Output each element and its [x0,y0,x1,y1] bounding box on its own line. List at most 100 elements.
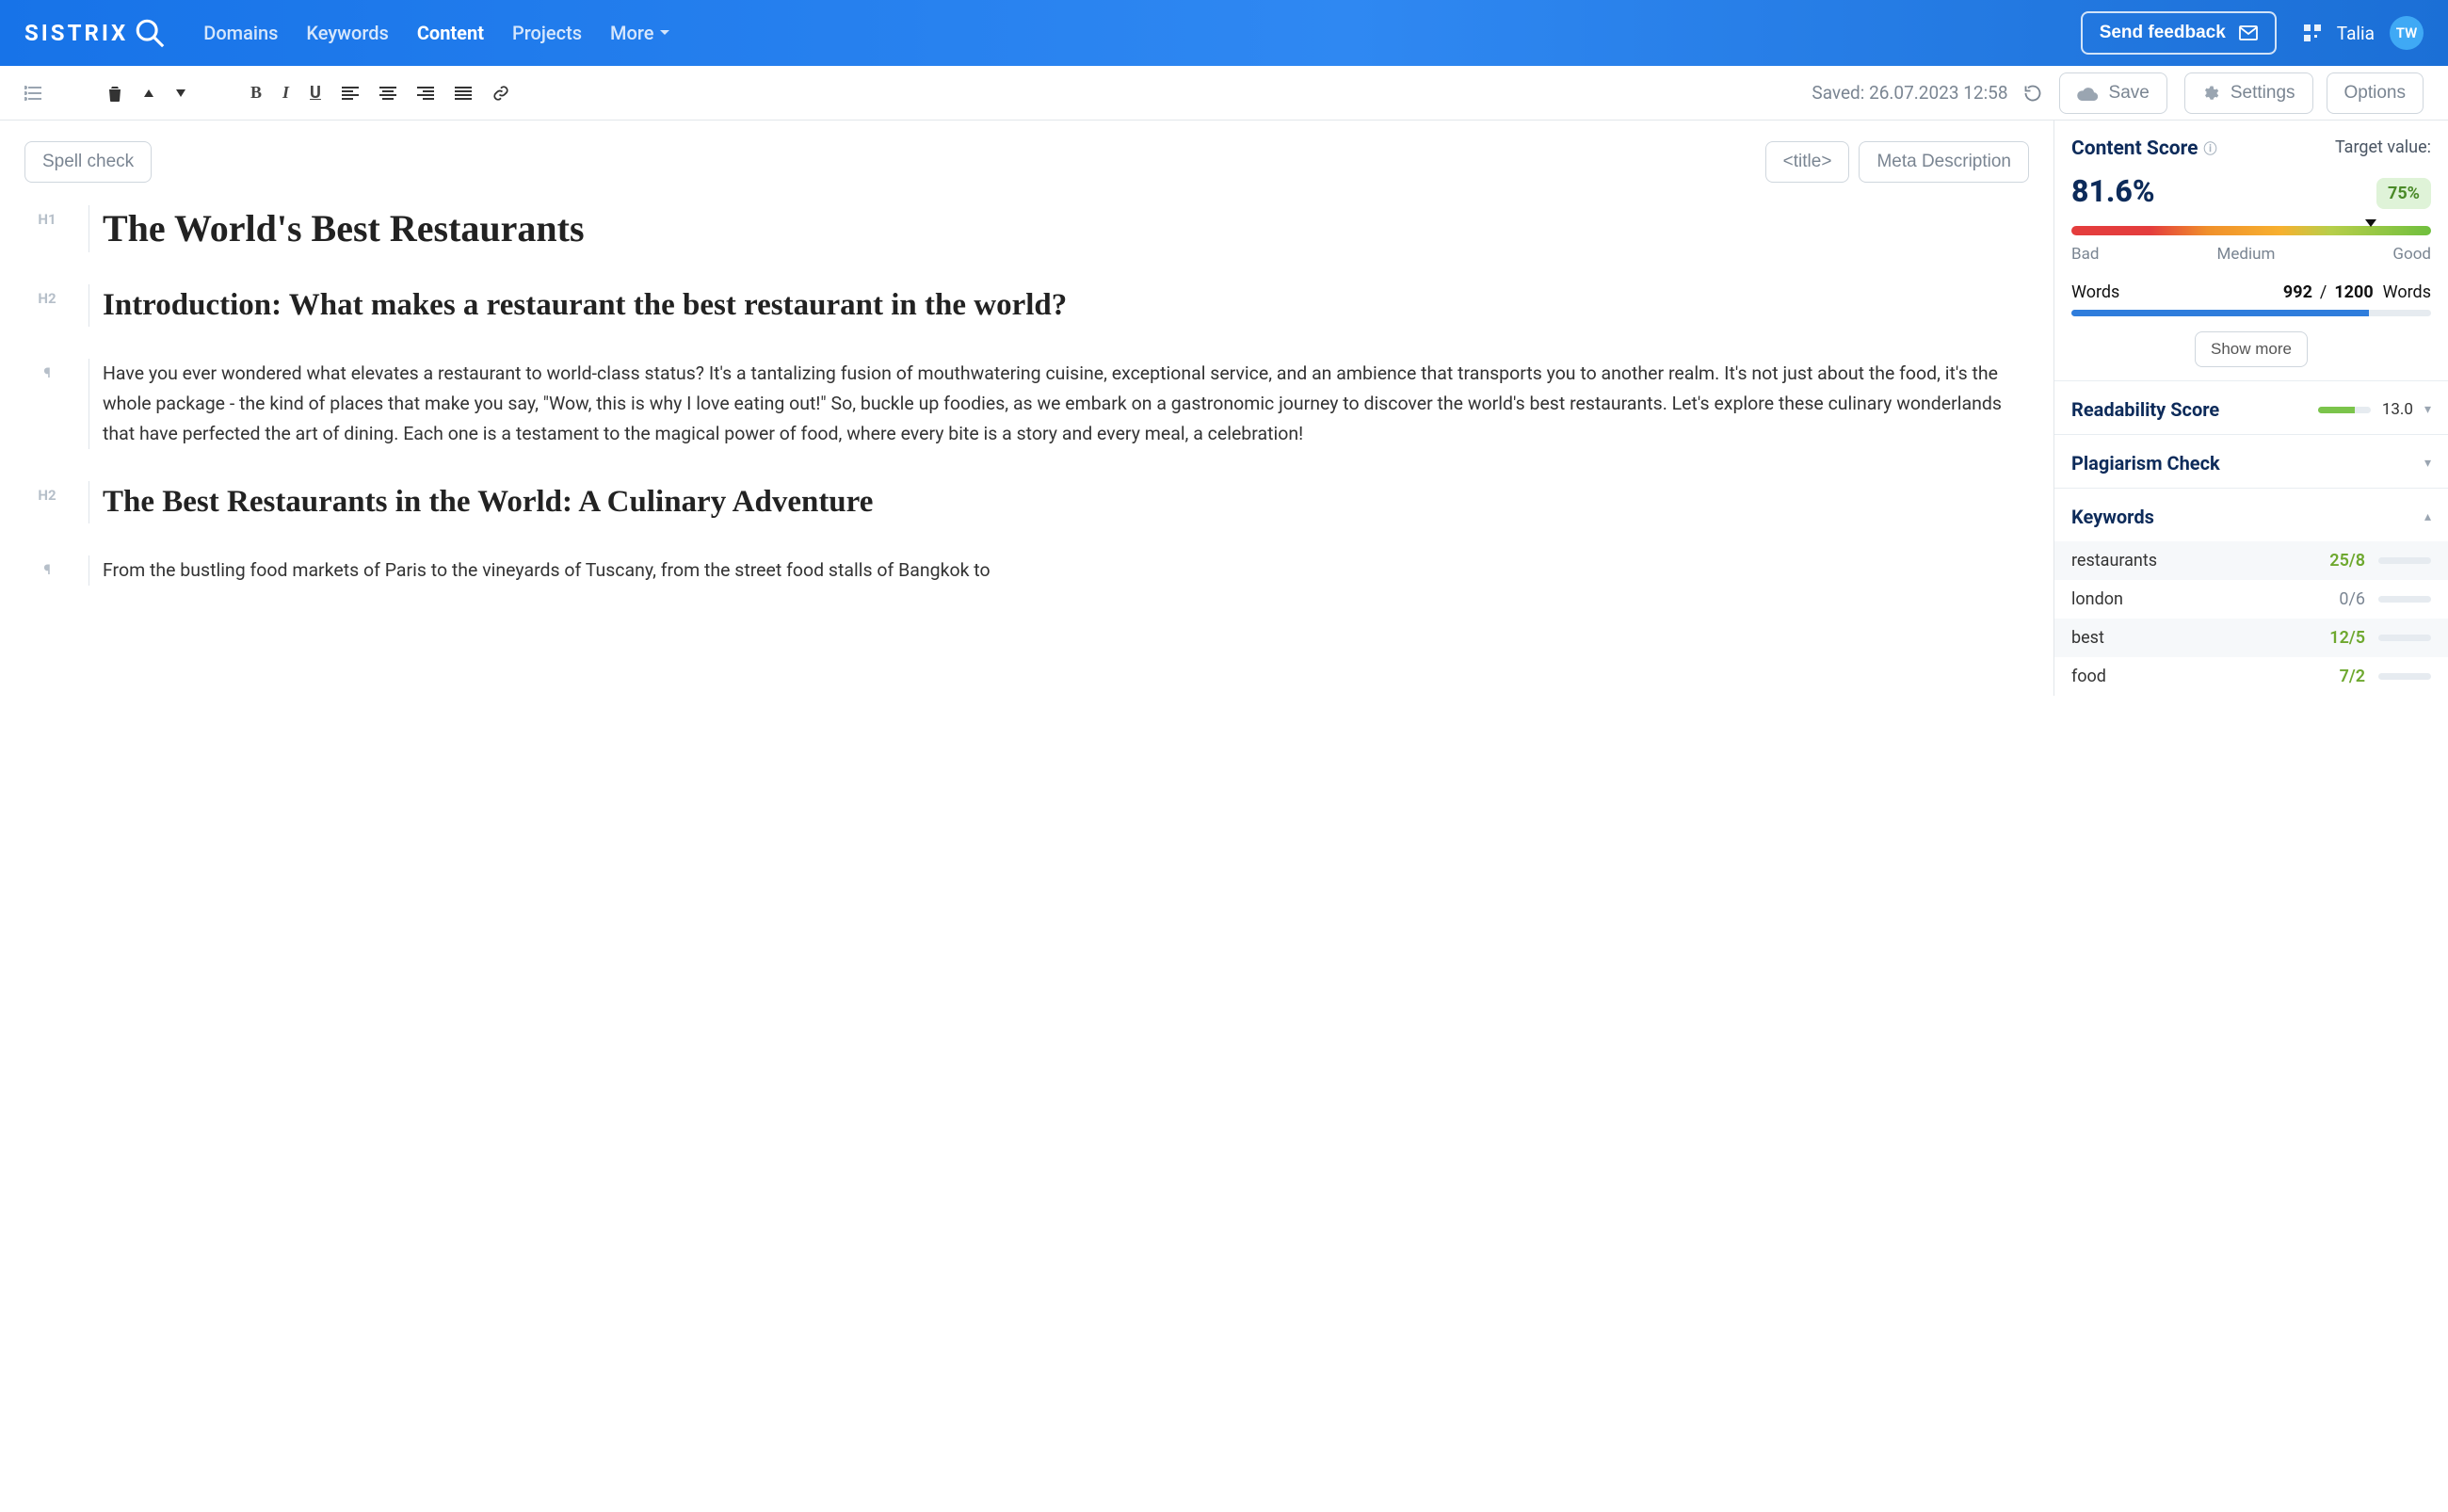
title-tag-button[interactable]: <title> [1765,141,1850,183]
bar-label-bad: Bad [2071,245,2099,264]
keyword-row[interactable]: restaurants25/8 [2054,541,2448,580]
keyword-name: best [2071,628,2329,648]
block-p1[interactable]: ¶ Have you ever wondered what elevates a… [24,359,2029,450]
main-nav: Domains Keywords Content Projects More [203,22,670,44]
keyword-bar [2378,596,2431,603]
gutter-paragraph-icon: ¶ [24,555,70,586]
keyword-row[interactable]: best12/5 [2054,619,2448,657]
feedback-label: Send feedback [2100,23,2226,43]
top-nav-bar: SISTRIX Domains Keywords Content Project… [0,0,2448,66]
help-icon[interactable]: ⓘ [2203,139,2216,158]
bold-icon[interactable]: B [250,83,262,103]
readability-value: 13.0 [2382,400,2413,419]
send-feedback-button[interactable]: Send feedback [2081,11,2277,55]
align-justify-icon[interactable] [455,87,472,100]
words-target: 1200 [2334,282,2373,302]
move-up-icon[interactable] [143,88,154,98]
saved-timestamp: Saved: 26.07.2023 12:58 [1812,82,2007,104]
logo-text: SISTRIX [24,20,128,46]
plagiarism-row[interactable]: Plagiarism Check ▾ [2054,435,2448,489]
score-marker-icon [2365,219,2376,227]
block-h2-best[interactable]: H2 The Best Restaurants in the World: A … [24,481,2029,523]
cloud-icon [2077,86,2098,101]
gear-icon [2202,85,2219,102]
nav-projects[interactable]: Projects [512,22,582,44]
logo[interactable]: SISTRIX [24,17,166,49]
align-left-icon[interactable] [342,87,359,100]
avatar[interactable]: TW [2390,16,2424,50]
content-score-value: 81.6% [2071,173,2155,209]
nav-content[interactable]: Content [417,22,484,44]
chevron-up-icon: ▴ [2424,509,2431,524]
search-icon [134,17,166,49]
align-center-icon[interactable] [379,87,396,100]
h2-best-text[interactable]: The Best Restaurants in the World: A Cul… [103,481,2029,523]
readability-row[interactable]: Readability Score 13.0 ▾ [2054,381,2448,435]
undo-icon[interactable] [2023,84,2042,103]
save-label: Save [2109,83,2150,104]
words-progress-bar [2071,310,2431,316]
plagiarism-label: Plagiarism Check [2071,452,2220,475]
outline-toggle-icon[interactable] [24,86,41,101]
move-down-icon[interactable] [175,88,186,98]
paragraph-1[interactable]: Have you ever wondered what elevates a r… [103,359,2029,450]
nav-domains[interactable]: Domains [203,22,278,44]
target-value-label: Target value: [2335,137,2431,157]
chevron-down-icon: ▾ [2424,402,2431,417]
target-value-badge: 75% [2376,178,2431,209]
words-current: 992 [2283,282,2312,302]
keywords-list: restaurants25/8london0/6best12/5food7/2 [2054,541,2448,696]
show-more-button[interactable]: Show more [2195,331,2308,367]
underline-icon[interactable]: U [310,83,321,103]
keywords-header[interactable]: Keywords ▴ [2054,489,2448,541]
keyword-bar [2378,635,2431,641]
keywords-label: Keywords [2071,506,2154,528]
keyword-count: 0/6 [2339,589,2365,609]
user-area: Talia TW [2303,16,2424,50]
chevron-down-icon [659,27,670,39]
save-button[interactable]: Save [2059,72,2167,114]
envelope-icon [2239,25,2258,40]
keyword-row[interactable]: food7/2 [2054,657,2448,696]
h1-text[interactable]: The World's Best Restaurants [103,205,2029,252]
paragraph-2[interactable]: From the bustling food markets of Paris … [103,555,2029,586]
username[interactable]: Talia [2337,23,2375,44]
editor-area: Spell check <title> Meta Description H1 … [0,121,2054,696]
nav-keywords[interactable]: Keywords [306,22,388,44]
bar-label-good: Good [2392,245,2431,264]
format-tools: B I U [107,83,509,103]
keyword-count: 7/2 [2340,667,2365,686]
gutter-h1-label: H1 [24,205,70,252]
keyword-name: london [2071,589,2339,609]
italic-icon[interactable]: I [282,83,289,103]
keyword-count: 25/8 [2329,551,2365,571]
score-gradient-bar [2071,226,2431,235]
nav-more[interactable]: More [610,22,670,44]
block-h2-intro[interactable]: H2 Introduction: What makes a restaurant… [24,284,2029,327]
words-sep: / [2320,282,2327,302]
spellcheck-button[interactable]: Spell check [24,141,152,183]
align-right-icon[interactable] [417,87,434,100]
keyword-row[interactable]: london0/6 [2054,580,2448,619]
settings-label: Settings [2231,83,2295,104]
nav-more-label: More [610,22,653,44]
block-h1[interactable]: H1 The World's Best Restaurants [24,205,2029,252]
keyword-bar [2378,557,2431,564]
block-p2[interactable]: ¶ From the bustling food markets of Pari… [24,555,2029,586]
editor-toolbar: B I U Saved: 26.07.2023 12:58 Save Setti… [0,66,2448,121]
keyword-name: food [2071,667,2340,686]
keyword-name: restaurants [2071,551,2329,571]
settings-button[interactable]: Settings [2184,72,2313,114]
trash-icon[interactable] [107,85,122,102]
chevron-down-icon: ▾ [2424,456,2431,471]
gutter-h2-label: H2 [24,284,70,327]
readability-bar [2318,407,2371,413]
words-unit: Words [2383,282,2431,302]
meta-description-button[interactable]: Meta Description [1859,141,2029,183]
gutter-h2-label: H2 [24,481,70,523]
options-button[interactable]: Options [2327,72,2424,114]
h2-intro-text[interactable]: Introduction: What makes a restaurant th… [103,284,2029,327]
content-score-section: Content Score ⓘ Target value: 81.6% 75% … [2054,121,2448,381]
apps-icon[interactable] [2303,24,2322,42]
link-icon[interactable] [492,85,509,102]
